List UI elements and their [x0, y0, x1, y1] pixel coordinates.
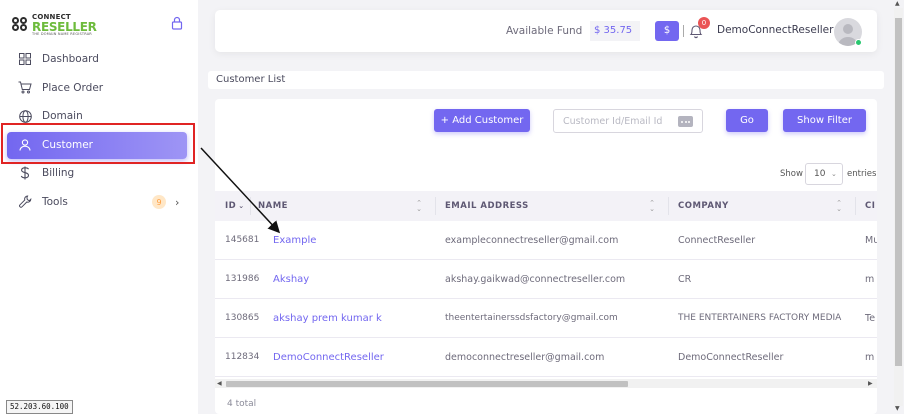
tools-count-badge: 9 — [152, 195, 166, 209]
available-fund-label: Available Fund — [506, 25, 583, 37]
customer-email: theentertainerssdsfactory@gmail.com — [445, 313, 618, 323]
column-header-id[interactable]: ID ⌄ — [225, 191, 245, 221]
customer-email: democonnectreseller@gmail.com — [445, 352, 605, 363]
column-header-email[interactable]: EMAIL ADDRESS — [445, 191, 529, 221]
sidebar-item-label: Place Order — [42, 81, 104, 94]
customer-city: m — [865, 352, 875, 363]
total-count: 4 total — [227, 399, 257, 409]
user-icon — [18, 138, 32, 152]
horizontal-scroll-thumb[interactable] — [226, 380, 628, 387]
customer-name-link[interactable]: DemoConnectReseller — [273, 338, 384, 377]
customer-name-link[interactable]: Example — [273, 221, 316, 260]
customer-city: m — [865, 274, 875, 285]
search-input[interactable] — [563, 114, 673, 129]
lock-icon[interactable] — [170, 16, 184, 30]
sidebar-item-label: Customer — [42, 138, 94, 151]
more-dots-icon[interactable] — [678, 116, 693, 127]
sidebar-item-place-order[interactable]: Place Order — [0, 74, 198, 103]
table-header: ID ⌄ NAME ⌃ ⌄ EMAIL ADDRESS ⌃ ⌄ COMPANY ⌃ ⌄ … — [215, 191, 877, 221]
globe-icon — [18, 109, 32, 123]
brand-logo[interactable]: CONNECT RESELLER THE DOMAIN NAME REGISTR… — [12, 14, 97, 37]
notification-count-badge: 0 — [698, 17, 710, 29]
sidebar-item-label: Domain — [42, 110, 83, 123]
table-row: 112834 DemoConnectReseller democonnectre… — [215, 338, 877, 377]
customer-id: 112834 — [225, 352, 260, 362]
header-divider — [683, 25, 684, 37]
customer-company: ConnectReseller — [678, 235, 756, 246]
status-tooltip: 52.203.60.100 — [6, 400, 73, 414]
grid-icon — [18, 52, 32, 66]
vertical-scroll-thumb[interactable] — [895, 18, 902, 366]
customer-name-link[interactable]: Akshay — [273, 260, 309, 299]
chevron-right-icon: › — [175, 195, 180, 209]
customer-company: DemoConnectReseller — [678, 352, 784, 363]
sidebar-item-tools[interactable]: Tools 9 › — [0, 188, 198, 217]
table-row: 130865 akshay prem kumar k theentertaine… — [215, 299, 877, 338]
customer-email: akshay.gaikwad@connectreseller.com — [445, 274, 626, 285]
customer-id: 145681 — [225, 235, 260, 245]
customer-email: exampleconnectreseller@gmail.com — [445, 235, 619, 246]
add-fund-button[interactable]: $ — [655, 21, 679, 41]
sidebar-item-label: Tools — [42, 195, 68, 208]
sidebar: CONNECT RESELLER THE DOMAIN NAME REGISTR… — [0, 0, 198, 414]
cart-icon — [18, 81, 32, 95]
top-navbar: Available Fund $ 35.75 $ 0 DemoConnectRe… — [215, 10, 877, 52]
customer-company: THE ENTERTAINERS FACTORY MEDIA — [678, 313, 842, 323]
customer-city: Te — [865, 313, 876, 324]
vertical-scrollbar[interactable]: ▲ ▼ — [876, 0, 904, 414]
customer-name-link[interactable]: akshay prem kumar k — [273, 299, 382, 338]
search-field — [553, 109, 703, 133]
scroll-right-icon[interactable]: ▶ — [868, 379, 873, 388]
sort-desc-icon: ⌄ — [238, 202, 245, 210]
table-row: 145681 Example exampleconnectreseller@gm… — [215, 221, 877, 260]
scroll-up-icon[interactable]: ▲ — [895, 0, 900, 7]
breadcrumb: Customer List — [208, 71, 884, 89]
sort-icon[interactable]: ⌃ ⌄ — [836, 200, 842, 213]
online-status-dot — [855, 39, 862, 46]
horizontal-scrollbar[interactable]: ◀ ▶ — [215, 379, 877, 388]
user-name[interactable]: DemoConnectReseller — [717, 24, 833, 36]
logo-sub-text: THE DOMAIN NAME REGISTRAR — [32, 32, 92, 36]
column-header-name[interactable]: NAME — [258, 191, 288, 221]
show-label: Show — [780, 169, 803, 179]
go-button[interactable]: Go — [726, 109, 768, 132]
page-size-value: 10 — [814, 169, 826, 179]
scroll-left-icon[interactable]: ◀ — [217, 379, 222, 388]
page-size-select[interactable]: 10 ⌄ — [805, 163, 843, 185]
customer-list-card: + Add Customer Go Show Filter Show 10 ⌄ … — [215, 99, 877, 414]
table-row: 131986 Akshay akshay.gaikwad@connectrese… — [215, 260, 877, 299]
column-header-company[interactable]: COMPANY — [678, 191, 729, 221]
customer-id: 130865 — [225, 313, 260, 323]
sidebar-item-label: Billing — [42, 167, 75, 180]
column-header-city[interactable]: CI — [865, 191, 875, 221]
chevron-down-icon: ⌄ — [831, 170, 837, 178]
dollar-icon — [18, 166, 32, 180]
logo-mark-icon — [12, 17, 30, 33]
available-fund-value: $ 35.75 — [590, 21, 640, 41]
scroll-down-icon[interactable]: ▼ — [895, 405, 900, 412]
sidebar-item-label: Dashboard — [42, 53, 99, 66]
show-filter-button[interactable]: Show Filter — [783, 109, 866, 132]
wrench-icon — [18, 195, 32, 209]
customer-company: CR — [678, 274, 692, 285]
sidebar-item-dashboard[interactable]: Dashboard — [0, 45, 198, 74]
sort-icon[interactable]: ⌃ ⌄ — [649, 200, 655, 213]
entries-label: entries — [847, 169, 877, 179]
add-customer-button[interactable]: + Add Customer — [434, 109, 530, 132]
sort-icon[interactable]: ⌃ ⌄ — [416, 200, 422, 213]
customer-id: 131986 — [225, 274, 260, 284]
